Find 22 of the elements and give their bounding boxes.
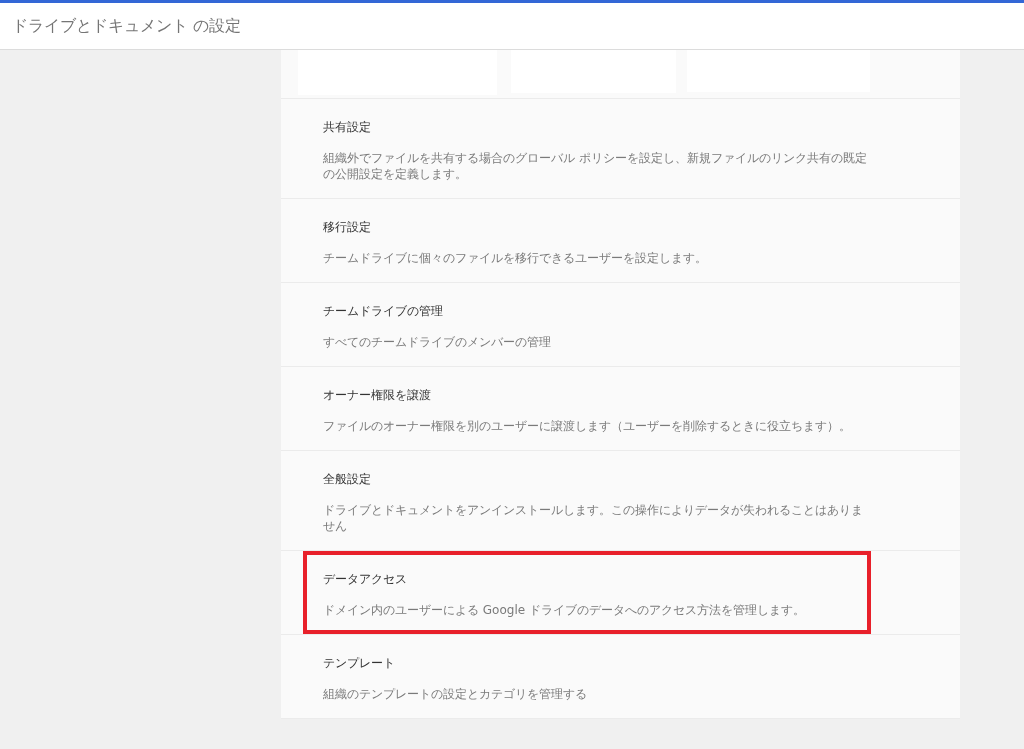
- setting-title: データアクセス: [323, 571, 408, 588]
- setting-title: オーナー権限を譲渡: [323, 387, 432, 404]
- settings-row[interactable]: テンプレート 組織のテンプレートの設定とカテゴリを管理する: [281, 635, 960, 719]
- setting-title: 共有設定: [323, 119, 372, 136]
- setting-title: 全般設定: [323, 471, 372, 488]
- settings-row[interactable]: 全般設定 ドライブとドキュメントをアンインストールします。この操作によりデータが失われることはありません: [281, 451, 960, 551]
- settings-row[interactable]: チームドライブの管理 すべてのチームドライブのメンバーの管理: [281, 283, 960, 367]
- setting-title: チームドライブの管理: [323, 303, 444, 320]
- setting-description: すべてのチームドライブのメンバーの管理: [323, 334, 552, 350]
- setting-description: 組織外でファイルを共有する場合のグローバル ポリシーを設定し、新規ファイルのリンク共有の既定の公開設定を定義します。: [323, 150, 868, 182]
- setting-description: ファイルのオーナー権限を別のユーザーに譲渡します（ユーザーを削除するときに役立ちます）。: [323, 418, 852, 434]
- setting-title: 移行設定: [323, 219, 372, 236]
- setting-description: チームドライブに個々のファイルを移行できるユーザーを設定します。: [323, 250, 708, 266]
- setting-title: テンプレート: [323, 655, 396, 672]
- setting-description: 組織のテンプレートの設定とカテゴリを管理する: [323, 686, 588, 702]
- settings-row[interactable]: 共有設定 組織外でファイルを共有する場合のグローバル ポリシーを設定し、新規ファイルのリンク共有の既定の公開設定を定義します。: [281, 99, 960, 199]
- settings-row[interactable]: 移行設定 チームドライブに個々のファイルを移行できるユーザーを設定します。: [281, 199, 960, 283]
- setting-description: ドメイン内のユーザーによる Google ドライブのデータへのアクセス方法を管理します。: [323, 602, 806, 618]
- page-title: ドライブとドキュメント の設定: [12, 15, 242, 37]
- setting-description: ドライブとドキュメントをアンインストールします。この操作によりデータが失われることはありません: [323, 502, 864, 534]
- settings-row[interactable]: オーナー権限を譲渡 ファイルのオーナー権限を別のユーザーに譲渡します（ユーザーを削除するときに役立ちます）。: [281, 367, 960, 451]
- settings-row[interactable]: データアクセス ドメイン内のユーザーによる Google ドライブのデータへのアクセス方法を管理します。: [281, 551, 960, 635]
